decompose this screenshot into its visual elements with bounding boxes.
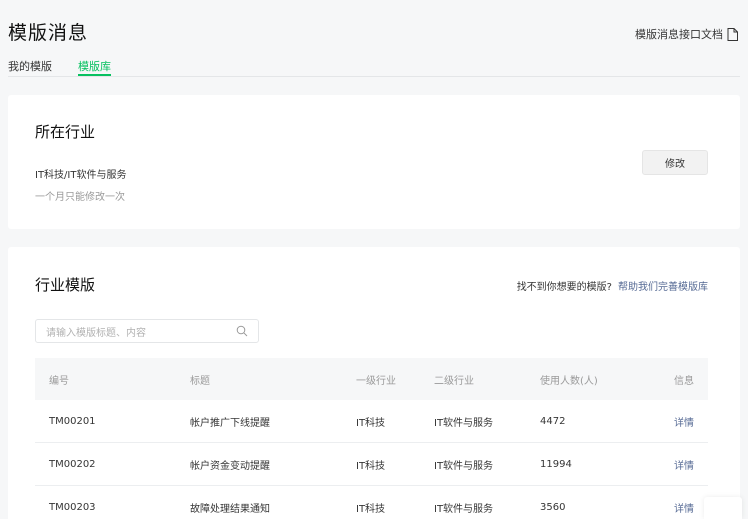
cell-users: 4472 — [540, 415, 566, 427]
tab-bar: 我的模版 模版库 — [8, 58, 740, 77]
cell-id: TM00201 — [49, 415, 96, 427]
edit-industry-button[interactable]: 修改 — [642, 150, 708, 175]
table-header: 编号 标题 一级行业 二级行业 使用人数(人) 信息 — [35, 358, 708, 400]
search-placeholder: 请输入模版标题、内容 — [46, 327, 146, 339]
cell-level1: IT科技 — [356, 417, 386, 429]
cell-users: 11994 — [540, 458, 572, 470]
template-table: 编号 标题 一级行业 二级行业 使用人数(人) 信息 TM00201 帐户推广下… — [35, 358, 708, 519]
helper-text: 找不到你想要的模版? 帮助我们完善模版库 — [517, 278, 708, 293]
cell-level2: IT软件与服务 — [434, 417, 494, 429]
industry-section-title: 所在行业 — [35, 123, 96, 141]
column-header-title: 标题 — [190, 375, 210, 387]
search-icon[interactable] — [236, 325, 248, 337]
column-header-level1: 一级行业 — [356, 375, 396, 387]
table-row: TM00203 故障处理结果通知 IT科技 IT软件与服务 3560 详情 — [35, 486, 708, 519]
cell-level1: IT科技 — [356, 503, 386, 515]
doc-link-label: 模版消息接口文档 — [635, 28, 723, 41]
cell-level2: IT软件与服务 — [434, 460, 494, 472]
cell-users: 3560 — [540, 501, 566, 513]
industry-note: 一个月只能修改一次 — [35, 192, 125, 203]
cell-title: 帐户推广下线提醒 — [190, 417, 270, 429]
template-section-title: 行业模版 — [35, 276, 96, 294]
cell-level1: IT科技 — [356, 460, 386, 472]
industry-value: IT科技/IT软件与服务 — [35, 170, 127, 181]
page-title: 模版消息 — [8, 22, 89, 44]
helper-question: 找不到你想要的模版? — [516, 282, 612, 293]
column-header-level2: 二级行业 — [434, 375, 474, 387]
detail-link[interactable]: 详情 — [660, 414, 708, 429]
template-card: 行业模版 找不到你想要的模版? 帮助我们完善模版库 请输入模版标题、内容 编号 标… — [8, 247, 740, 519]
document-icon — [727, 27, 738, 41]
detail-link[interactable]: 详情 — [660, 457, 708, 472]
floating-panel — [704, 497, 742, 519]
table-row: TM00202 帐户资金变动提醒 IT科技 IT软件与服务 11994 详情 — [35, 443, 708, 486]
column-header-users: 使用人数(人) — [540, 375, 598, 387]
tab-template-library[interactable]: 模版库 — [78, 58, 111, 76]
cell-title: 帐户资金变动提醒 — [190, 460, 270, 472]
cell-level2: IT软件与服务 — [434, 503, 494, 515]
doc-link[interactable]: 模版消息接口文档 — [635, 26, 738, 42]
detail-link[interactable]: 详情 — [660, 500, 708, 515]
column-header-info: 信息 — [674, 375, 694, 387]
cell-title: 故障处理结果通知 — [190, 503, 270, 515]
cell-id: TM00202 — [49, 458, 96, 470]
industry-card: 所在行业 IT科技/IT软件与服务 一个月只能修改一次 修改 — [8, 95, 740, 229]
tab-my-templates[interactable]: 我的模版 — [8, 58, 52, 76]
search-input[interactable]: 请输入模版标题、内容 — [35, 319, 259, 343]
table-row: TM00201 帐户推广下线提醒 IT科技 IT软件与服务 4472 详情 — [35, 400, 708, 443]
column-header-id: 编号 — [49, 375, 69, 387]
help-improve-link[interactable]: 帮助我们完善模版库 — [618, 282, 708, 293]
cell-id: TM00203 — [49, 501, 96, 513]
